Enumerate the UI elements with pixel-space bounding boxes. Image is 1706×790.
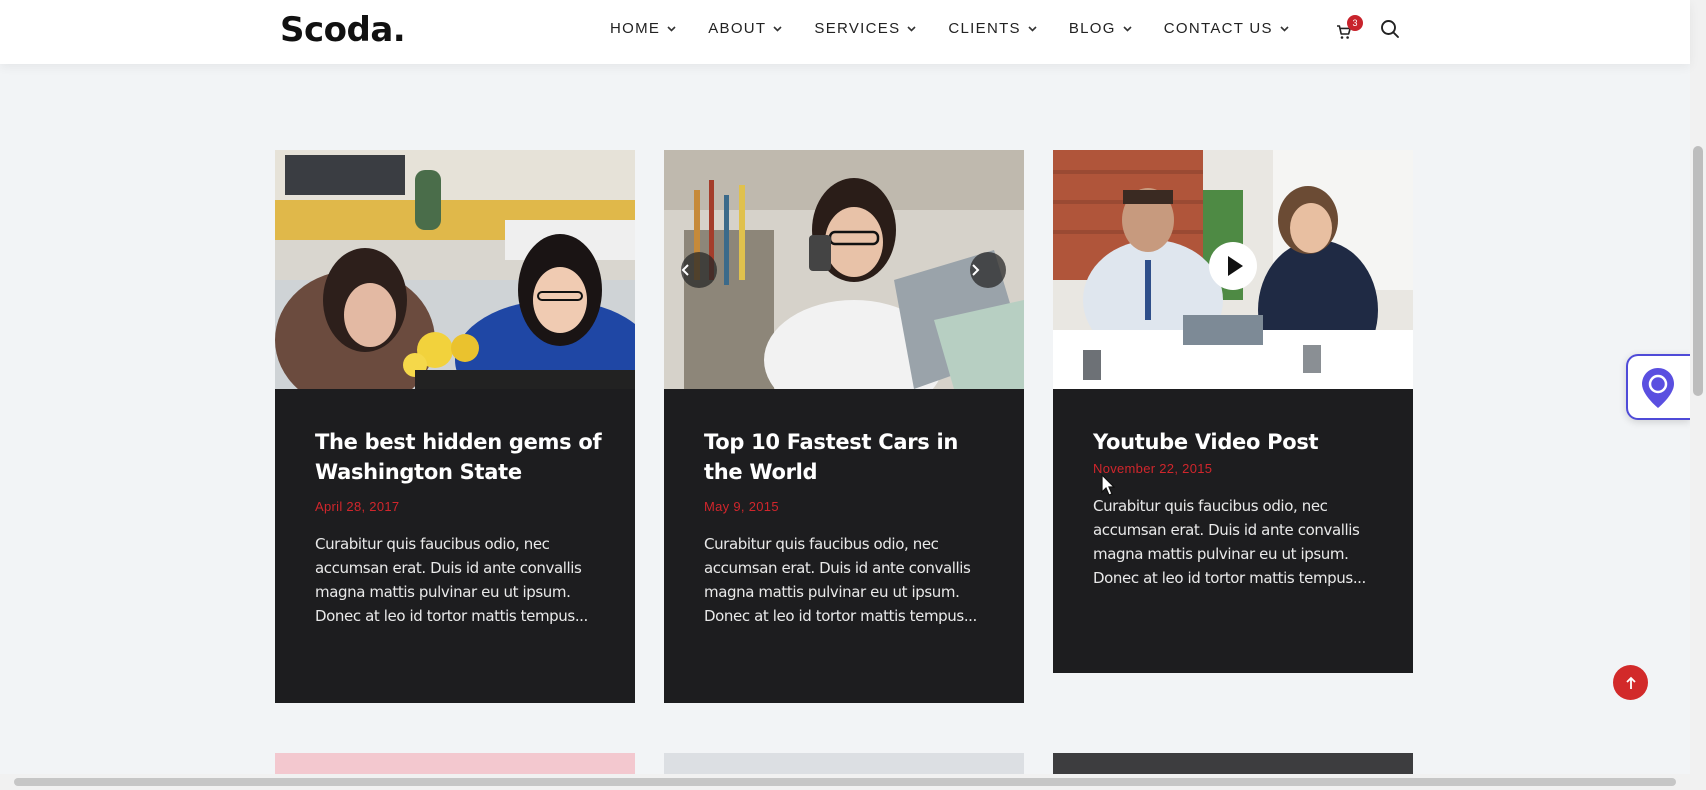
chevron-down-icon: [1123, 25, 1132, 32]
nav-item-contact-us[interactable]: CONTACT US: [1164, 20, 1289, 37]
post-excerpt: Curabitur quis faucibus odio, nec accums…: [704, 535, 977, 625]
map-widget-button[interactable]: [1626, 354, 1690, 420]
blog-post-card[interactable]: Top 10 Fastest Cars in the World May 9, …: [664, 150, 1024, 703]
scrollbar-thumb[interactable]: [1693, 146, 1703, 396]
search-icon: [1381, 20, 1399, 38]
post-body: The best hidden gems of Washington State…: [315, 427, 605, 628]
post-body: Youtube Video Post November 22, 2015 Cur…: [1093, 427, 1383, 590]
vertical-scrollbar[interactable]: [1690, 0, 1706, 790]
video-play-button[interactable]: [1209, 242, 1257, 290]
nav-item-label: HOME: [610, 20, 661, 37]
search-button[interactable]: [1380, 19, 1402, 41]
chevron-down-icon: [667, 25, 676, 32]
chevron-down-icon: [1028, 25, 1037, 32]
nav-item-label: CONTACT US: [1163, 20, 1273, 37]
cart-count-badge: 3: [1347, 15, 1363, 31]
scrollbar-thumb[interactable]: [14, 778, 1676, 786]
nav-item-about[interactable]: ABOUT: [708, 20, 782, 37]
post-excerpt: Curabitur quis faucibus odio, nec accums…: [1093, 497, 1366, 587]
post-image[interactable]: [275, 150, 635, 389]
chevron-down-icon: [773, 25, 782, 32]
play-icon: [1228, 256, 1243, 276]
post-body: Top 10 Fastest Cars in the World May 9, …: [704, 427, 994, 628]
arrow-up-icon: [1625, 676, 1636, 689]
nav-item-label: BLOG: [1068, 20, 1116, 37]
blog-post-card-partial[interactable]: [1053, 753, 1413, 774]
chevron-left-icon: [681, 264, 689, 276]
post-title[interactable]: The best hidden gems of Washington State: [315, 427, 605, 487]
post-date[interactable]: May 9, 2015: [704, 499, 994, 514]
site-header: Scoda. HOME ABOUT SERVICES CLIENTS BLOG …: [0, 0, 1690, 64]
mouse-cursor-icon: [1101, 474, 1115, 496]
nav-item-services[interactable]: SERVICES: [814, 20, 916, 37]
slider-next-button[interactable]: [970, 252, 1006, 288]
post-date[interactable]: November 22, 2015: [1093, 461, 1383, 476]
main-nav: HOME ABOUT SERVICES CLIENTS BLOG CONTACT…: [610, 20, 1321, 37]
post-date[interactable]: April 28, 2017: [315, 499, 605, 514]
horizontal-scrollbar[interactable]: [0, 774, 1690, 790]
chevron-right-icon: [972, 264, 980, 276]
post-title[interactable]: Top 10 Fastest Cars in the World: [704, 427, 994, 487]
nav-item-blog[interactable]: BLOG: [1069, 20, 1132, 37]
map-pin-icon: [1642, 368, 1674, 408]
nav-item-home[interactable]: HOME: [610, 20, 676, 37]
post-excerpt: Curabitur quis faucibus odio, nec accums…: [315, 535, 588, 625]
nav-item-clients[interactable]: CLIENTS: [948, 20, 1037, 37]
blog-post-card-partial[interactable]: [664, 753, 1024, 774]
slider-prev-button[interactable]: [681, 252, 717, 288]
blog-post-card[interactable]: Youtube Video Post November 22, 2015 Cur…: [1053, 150, 1413, 673]
cart-button[interactable]: 3: [1336, 15, 1363, 42]
post-title[interactable]: Youtube Video Post: [1093, 427, 1383, 457]
back-to-top-button[interactable]: [1613, 665, 1648, 700]
blog-post-card-partial[interactable]: [275, 753, 635, 774]
post-image-slider[interactable]: [664, 150, 1024, 389]
site-logo[interactable]: Scoda.: [280, 10, 406, 50]
nav-item-label: ABOUT: [708, 20, 767, 37]
chevron-down-icon: [1280, 25, 1289, 32]
nav-item-label: SERVICES: [814, 20, 901, 37]
nav-item-label: CLIENTS: [948, 20, 1021, 37]
post-video[interactable]: [1053, 150, 1413, 389]
blog-post-card[interactable]: The best hidden gems of Washington State…: [275, 150, 635, 703]
chevron-down-icon: [907, 25, 916, 32]
